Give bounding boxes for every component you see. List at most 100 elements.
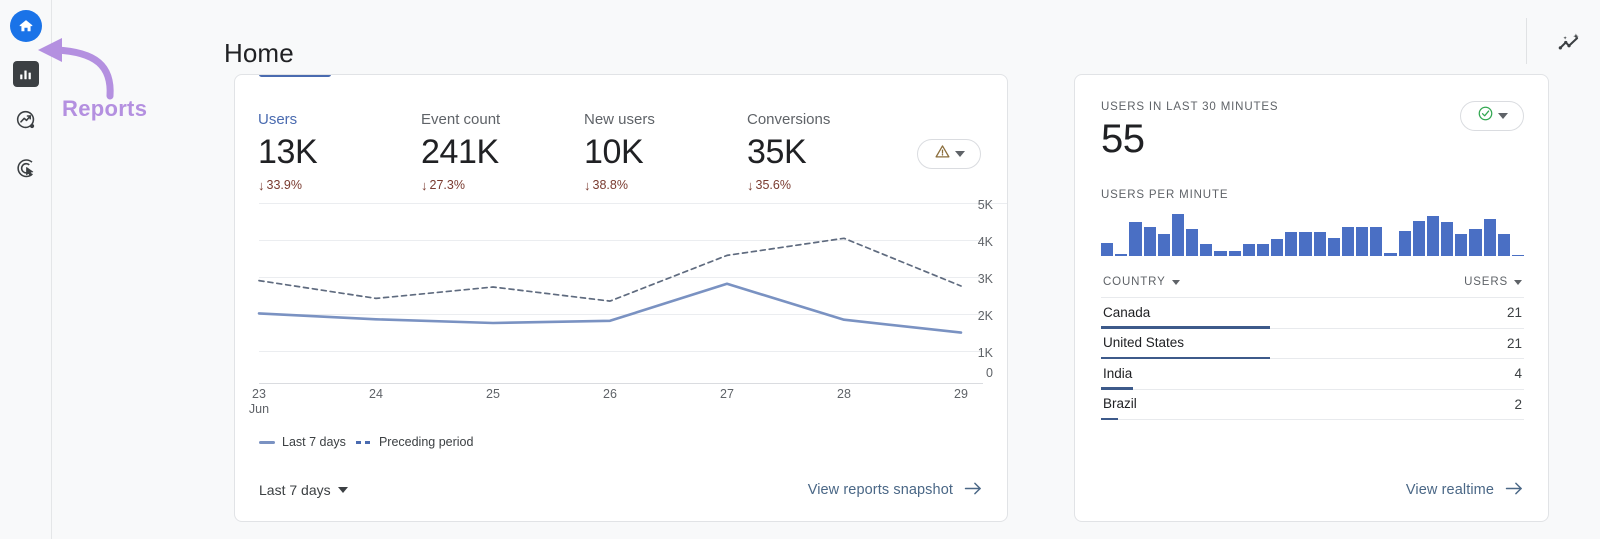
sparkline-bar xyxy=(1441,222,1454,256)
series-preceding-period xyxy=(258,237,962,302)
row-users-value: 21 xyxy=(1506,305,1522,321)
x-tick-label: 23 Jun xyxy=(248,387,270,416)
column-header-label: COUNTRY xyxy=(1103,276,1166,288)
x-tick-label: 29 xyxy=(954,387,968,401)
metric-value: 13K xyxy=(258,133,318,171)
table-row[interactable]: India 4 xyxy=(1101,359,1524,390)
check-circle-icon xyxy=(1477,105,1494,127)
sparkline-bar xyxy=(1200,244,1213,256)
sparkline-bar xyxy=(1511,255,1525,256)
metric-delta-value: 33.9% xyxy=(266,178,302,192)
chevron-down-icon xyxy=(1514,279,1522,285)
metric-new-users[interactable]: New users 10K ↓ 38.8% xyxy=(584,111,747,192)
sparkline-bar xyxy=(1370,227,1383,256)
sparkline-bar xyxy=(1285,232,1298,256)
realtime-country-table: Canada 21 United States 21 India 4 Brazil 2 xyxy=(1101,297,1524,420)
metric-label: Event count xyxy=(421,111,501,128)
metric-delta: ↓ 33.9% xyxy=(258,178,421,192)
column-header-label: USERS xyxy=(1464,276,1508,288)
sparkline-bar xyxy=(1129,222,1142,256)
home-icon xyxy=(9,10,42,42)
sparkline-bar xyxy=(1384,252,1397,256)
sidebar-item-home[interactable] xyxy=(8,8,44,44)
sparkline-bar xyxy=(1426,215,1440,256)
users-per-minute-label: USERS PER MINUTE xyxy=(1101,189,1229,201)
metric-users[interactable]: Users 13K ↓ 33.9% xyxy=(258,111,421,192)
sparkline-bar xyxy=(1115,254,1128,256)
sidebar-item-advertising[interactable] xyxy=(8,152,44,188)
sparkline-bar xyxy=(1497,234,1510,256)
metric-event-count[interactable]: Event count 241K ↓ 27.3% xyxy=(421,111,584,192)
insights-sparkle-icon xyxy=(1556,30,1582,61)
metric-value: 241K xyxy=(421,133,499,171)
realtime-table-header: COUNTRY USERS xyxy=(1101,276,1524,297)
column-header-users[interactable]: USERS xyxy=(1464,276,1522,288)
realtime-status-button[interactable] xyxy=(1460,101,1524,131)
row-country-name: India xyxy=(1103,365,1133,381)
sparkline-bar xyxy=(1341,227,1355,256)
y-tick-label: 5K xyxy=(977,198,993,212)
sparkline-bar xyxy=(1483,219,1496,256)
legend-label: Last 7 days xyxy=(282,435,346,449)
sparkline-bar xyxy=(1228,250,1241,256)
sparkline-bar xyxy=(1186,229,1199,256)
x-tick-label: 27 xyxy=(720,387,734,401)
sparkline-bar xyxy=(1157,234,1170,256)
users-per-minute-sparkline[interactable] xyxy=(1101,214,1525,256)
chevron-down-icon xyxy=(1171,279,1180,285)
overview-card-footer: Last 7 days View reports snapshot xyxy=(235,459,1007,521)
sparkline-bar xyxy=(1143,227,1156,256)
sparkline-bar xyxy=(1356,227,1369,256)
table-row[interactable]: Canada 21 xyxy=(1101,298,1524,329)
table-row[interactable]: Brazil 2 xyxy=(1101,390,1524,420)
metric-delta: ↓ 38.8% xyxy=(584,178,747,192)
x-axis: 23 Jun 24 25 26 27 28 29 xyxy=(235,387,1007,421)
view-realtime-link[interactable]: View realtime xyxy=(1406,481,1524,500)
metric-label: Conversions xyxy=(747,111,831,128)
sparkline-bar xyxy=(1327,237,1340,256)
metric-delta: ↓ 35.6% xyxy=(747,178,910,192)
sparkline-bar xyxy=(1412,220,1425,256)
header-divider xyxy=(1526,18,1527,64)
data-quality-warning-button[interactable] xyxy=(917,139,981,169)
legend-label: Preceding period xyxy=(378,435,474,449)
metric-conversions[interactable]: Conversions 35K ↓ 35.6% xyxy=(747,111,910,192)
explore-trending-icon xyxy=(15,109,37,136)
legend-item-last-7-days: Last 7 days xyxy=(259,435,346,449)
sidebar-item-explore[interactable] xyxy=(8,104,44,140)
dashed-line-swatch xyxy=(355,440,372,444)
x-tick-label: 24 xyxy=(369,387,383,401)
insights-button[interactable] xyxy=(1552,28,1586,62)
row-country-name: Canada xyxy=(1103,304,1151,320)
metric-value: 35K xyxy=(747,133,807,171)
y-tick-label: 4K xyxy=(977,235,993,249)
chevron-down-icon xyxy=(337,487,348,493)
date-range-selector[interactable]: Last 7 days xyxy=(259,482,348,498)
sparkline-bar xyxy=(1271,239,1284,256)
chevron-down-icon xyxy=(1497,113,1508,119)
table-row[interactable]: United States 21 xyxy=(1101,329,1524,359)
sparkline-bar xyxy=(1242,244,1255,256)
arrow-down-icon: ↓ xyxy=(584,177,591,193)
row-users-value: 2 xyxy=(1514,396,1522,412)
users-line-chart[interactable]: 5K 4K 3K 2K 1K 0 xyxy=(235,199,1007,385)
chart-legend: Last 7 days Preceding period xyxy=(259,435,473,449)
sparkline-bar xyxy=(1256,244,1270,256)
y-axis: 5K 4K 3K 2K 1K 0 xyxy=(953,199,993,385)
x-tick-label: 25 xyxy=(486,387,500,401)
solid-line-swatch xyxy=(259,440,275,444)
column-header-country[interactable]: COUNTRY xyxy=(1103,276,1180,288)
sparkline-bar xyxy=(1455,234,1468,256)
row-country-name: Brazil xyxy=(1103,396,1137,412)
metric-delta-value: 27.3% xyxy=(429,178,465,192)
view-reports-snapshot-link[interactable]: View reports snapshot xyxy=(808,481,983,500)
sidebar-item-reports[interactable] xyxy=(8,56,44,92)
left-nav-rail xyxy=(0,0,52,539)
sparkline-bar xyxy=(1398,230,1411,256)
realtime-card-footer: View realtime xyxy=(1075,459,1548,521)
y-tick-label: 3K xyxy=(977,272,993,286)
x-tick-label: 28 xyxy=(837,387,851,401)
metric-delta: ↓ 27.3% xyxy=(421,178,584,192)
analytics-home-page: Home Users 13K ↓ 33.9% Event count 241K … xyxy=(0,0,1600,539)
chevron-down-icon xyxy=(954,151,965,157)
